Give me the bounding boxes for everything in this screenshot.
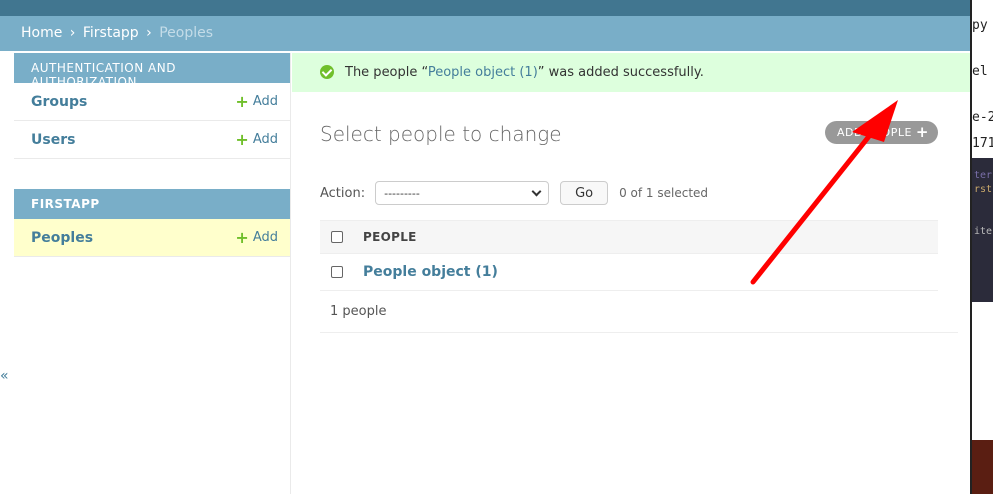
go-button[interactable]: Go bbox=[560, 181, 609, 205]
terminal-text: el bbox=[972, 64, 988, 79]
model-link-peoples[interactable]: Peoples bbox=[31, 230, 93, 246]
table-row: People object (1) bbox=[320, 254, 938, 291]
row-checkbox[interactable] bbox=[331, 266, 343, 278]
chevron-down-icon bbox=[531, 186, 542, 196]
model-link-users[interactable]: Users bbox=[31, 132, 75, 148]
add-label: Add bbox=[252, 132, 278, 147]
model-link-groups[interactable]: Groups bbox=[31, 94, 87, 110]
success-check-icon bbox=[320, 65, 334, 79]
success-message-text: The people “People object (1)” was added… bbox=[345, 65, 704, 80]
plus-icon: + bbox=[235, 91, 249, 111]
column-header-people[interactable]: PEOPLE bbox=[363, 230, 417, 244]
action-bar: Action: --------- Go 0 of 1 selected bbox=[320, 181, 708, 205]
plus-icon: + bbox=[915, 123, 929, 141]
admin-header bbox=[0, 0, 970, 16]
action-selected-option: --------- bbox=[384, 186, 420, 200]
add-link-groups[interactable]: + Add bbox=[235, 91, 278, 111]
success-message: The people “People object (1)” was added… bbox=[292, 53, 970, 92]
results-table: PEOPLE People object (1) bbox=[320, 220, 938, 291]
add-people-button[interactable]: ADD PEOPLE + bbox=[825, 121, 938, 144]
page-title: Select people to change bbox=[320, 122, 562, 146]
sidebar-item-peoples: Peoples + Add bbox=[14, 219, 290, 257]
breadcrumb-separator: › bbox=[69, 25, 76, 41]
module-caption-firstapp[interactable]: FIRSTAPP bbox=[14, 189, 290, 219]
breadcrumb-app[interactable]: Firstapp bbox=[83, 25, 139, 41]
message-suffix: ” was added successfully. bbox=[537, 65, 704, 80]
selection-counter: 0 of 1 selected bbox=[619, 186, 709, 200]
row-object-link[interactable]: People object (1) bbox=[363, 264, 498, 280]
breadcrumb-home[interactable]: Home bbox=[21, 25, 62, 41]
breadcrumb-separator: › bbox=[146, 25, 152, 41]
select-all-checkbox[interactable] bbox=[331, 231, 343, 243]
sidebar-toggle-button[interactable]: « bbox=[0, 368, 9, 384]
breadcrumb: Home › Firstapp › Peoples bbox=[0, 16, 970, 51]
table-header: PEOPLE bbox=[320, 220, 938, 254]
code-editor-snippet: ter rst ite bbox=[972, 158, 993, 302]
plus-icon: + bbox=[235, 227, 249, 247]
add-label: Add bbox=[252, 94, 278, 109]
action-select[interactable]: --------- bbox=[375, 181, 550, 205]
terminal-text: e-2 bbox=[972, 110, 993, 125]
add-link-peoples[interactable]: + Add bbox=[235, 227, 278, 247]
background-terminal-window: py el e-2 171 ter rst ite bbox=[970, 0, 993, 494]
terminal-text: 171 bbox=[972, 136, 993, 151]
add-link-users[interactable]: + Add bbox=[235, 129, 278, 149]
breadcrumb-current: Peoples bbox=[159, 25, 214, 41]
action-label: Action: bbox=[320, 185, 366, 201]
message-prefix: The people “ bbox=[345, 65, 428, 80]
background-window-strip bbox=[972, 440, 993, 494]
add-label: Add bbox=[252, 230, 278, 245]
message-object-link[interactable]: People object (1) bbox=[428, 65, 538, 80]
sidebar-item-users: Users + Add bbox=[14, 121, 290, 159]
terminal-text: py bbox=[972, 18, 988, 33]
module-caption-auth[interactable]: AUTHENTICATION AND AUTHORIZATION bbox=[14, 53, 290, 89]
plus-icon: + bbox=[235, 129, 249, 149]
paginator: 1 people bbox=[320, 291, 958, 333]
add-people-label: ADD PEOPLE bbox=[837, 126, 912, 139]
sidebar: AUTHENTICATION AND AUTHORIZATION Groups … bbox=[14, 53, 291, 494]
